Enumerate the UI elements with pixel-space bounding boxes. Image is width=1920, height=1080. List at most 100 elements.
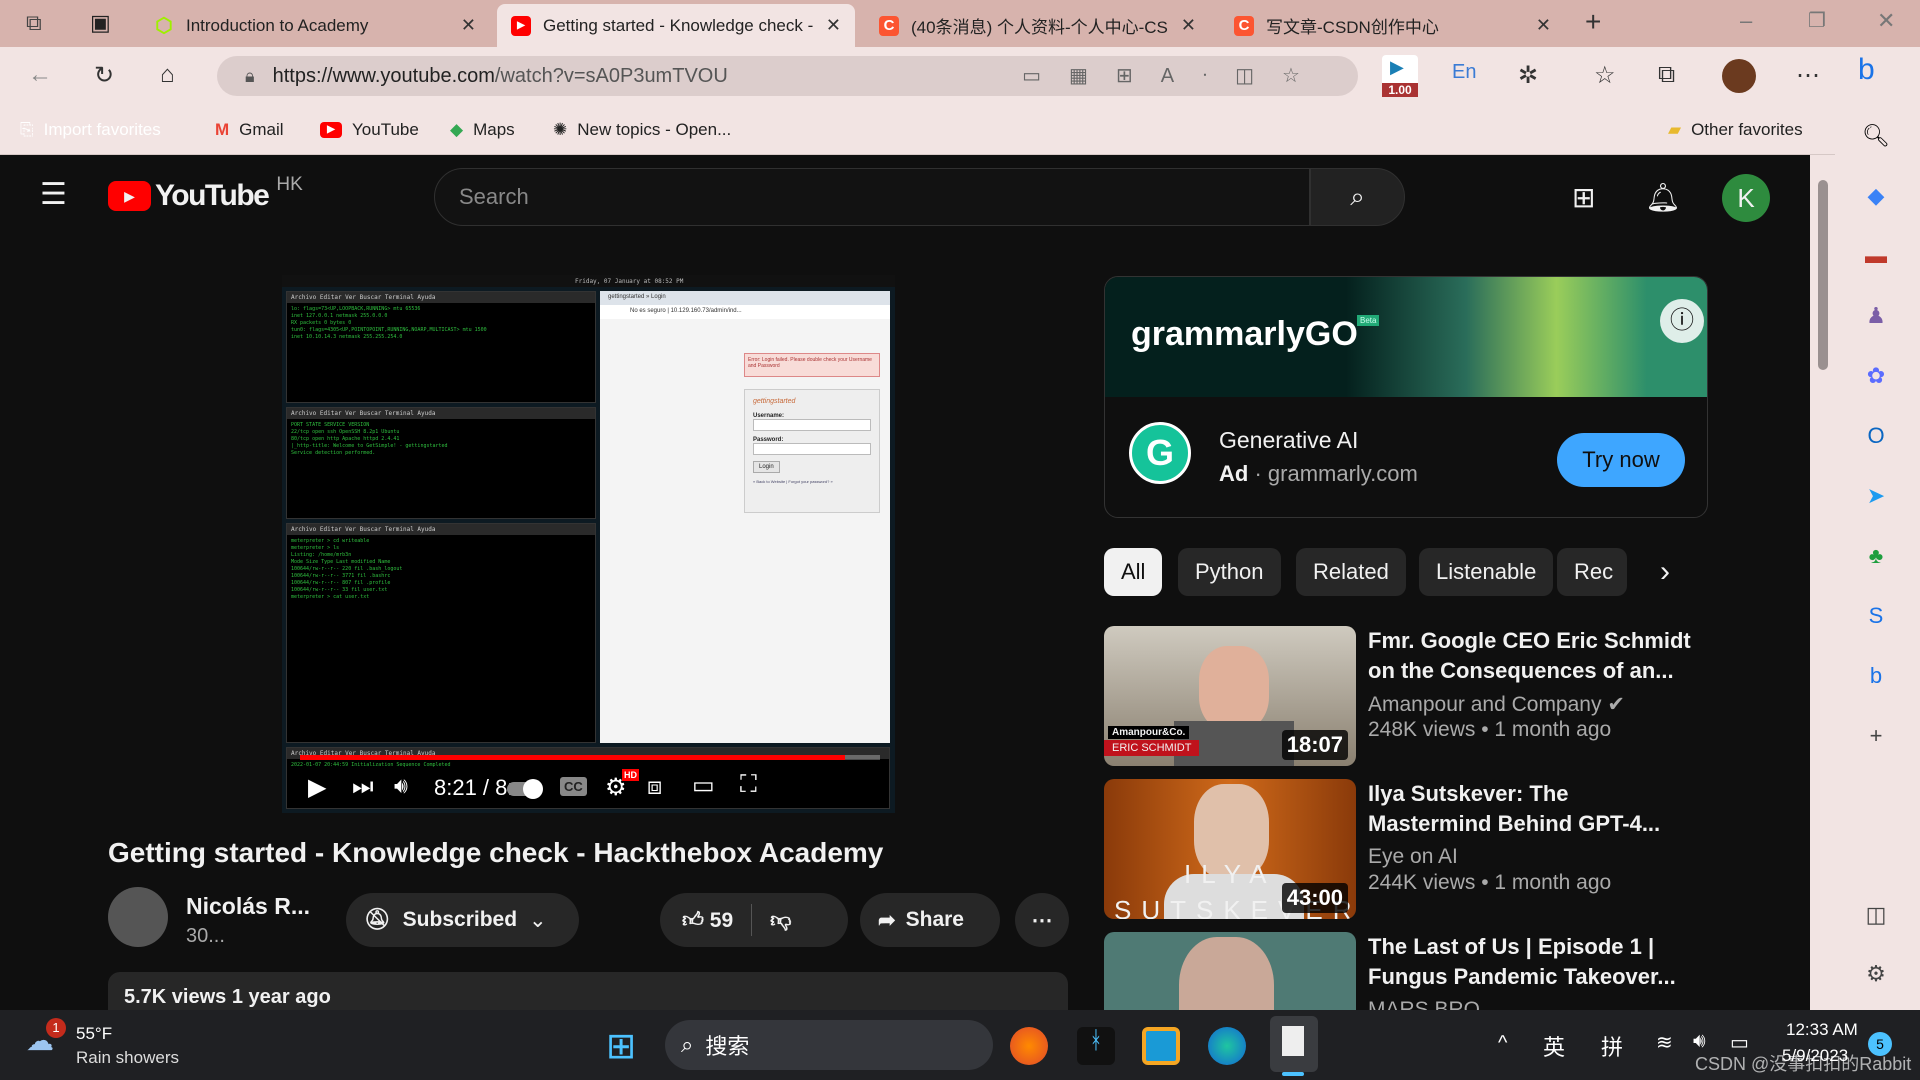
miniplayer-button[interactable]: ⧈ — [647, 773, 662, 801]
tab-introduction-to-academy[interactable]: ⬡ Introduction to Academy ✕ — [140, 4, 490, 47]
dislike-button[interactable]: 👎︎ — [770, 907, 791, 933]
chip-recent[interactable]: Rec — [1557, 548, 1627, 596]
maps-icon: ◆ — [450, 119, 464, 139]
search-button[interactable]: ⌕ — [1310, 168, 1405, 226]
chip-all[interactable]: All — [1104, 548, 1163, 596]
recommended-video[interactable]: The Last of Us | Episode 1 | Fungus Pand… — [1104, 932, 1704, 1010]
bookmark-openai[interactable]: ✺ New topics - Open... — [553, 120, 731, 140]
restore-button[interactable]: ❐ — [1808, 8, 1826, 33]
ad-card[interactable]: grammarlyGO Beta ⓘ G Generative AI Ad · … — [1104, 276, 1708, 518]
back-icon[interactable]: ← — [28, 61, 52, 89]
youtube-logo[interactable]: ▶ YouTube HK — [108, 174, 303, 213]
play-button[interactable]: ▶ — [308, 773, 326, 802]
tools-icon[interactable]: ▬ — [1861, 243, 1891, 273]
workspaces-icon[interactable]: ⧉ — [26, 10, 42, 36]
autoplay-toggle[interactable] — [507, 779, 543, 799]
profile-avatar[interactable] — [1722, 59, 1756, 93]
active-app-icon[interactable] — [1270, 1016, 1318, 1072]
bookmark-import-favorites[interactable]: ⎘ Import favorites — [20, 120, 161, 140]
video-player[interactable]: Friday, 07 January at 08:52 PM Archivo E… — [282, 275, 895, 813]
split-screen-icon[interactable]: ◫ — [1861, 902, 1891, 932]
tab-csdn-write[interactable]: C 写文章-CSDN创作中心 ✕ — [1220, 4, 1565, 47]
new-tab-button[interactable]: + — [1585, 6, 1601, 38]
s-icon[interactable]: S — [1861, 603, 1891, 633]
theater-mode-button[interactable]: ▭ — [692, 771, 715, 800]
tab-youtube-active[interactable]: ▶ Getting started - Knowledge check - Ha… — [497, 4, 855, 47]
terminal-window: Archivo Editar Ver Buscar Terminal Ayuda… — [286, 291, 596, 403]
close-tab-icon[interactable]: ✕ — [1536, 15, 1551, 36]
video-thumbnail[interactable] — [1104, 932, 1356, 1010]
chip-related[interactable]: Related — [1296, 548, 1406, 596]
microsoft365-icon[interactable]: ✿ — [1861, 363, 1891, 393]
translate-extension-icon[interactable]: En — [1452, 61, 1476, 84]
favorites-icon[interactable]: ☆ — [1594, 61, 1616, 90]
more-icon[interactable]: ⋯ — [1796, 61, 1820, 90]
ad-info-icon[interactable]: ⓘ — [1660, 299, 1704, 343]
firefox-icon[interactable] — [1010, 1027, 1048, 1065]
channel-name[interactable]: Nicolás R... — [186, 893, 310, 920]
fullscreen-button[interactable]: ⛶ — [740, 771, 757, 799]
captions-button[interactable]: CC — [560, 777, 587, 796]
collections-icon[interactable]: ⧉ — [1658, 61, 1675, 89]
other-favorites[interactable]: ▰ Other favorites — [1668, 120, 1803, 140]
address-bar-actions-icons[interactable]: ▭▦⊞Aᐧ◫☆ — [1022, 63, 1328, 88]
chevron-up-icon[interactable]: ^ — [1498, 1032, 1507, 1055]
video-thumbnail[interactable]: Amanpour&Co. ERIC SCHMIDT 18:07 — [1104, 626, 1356, 766]
send-icon[interactable]: ➤ — [1861, 483, 1891, 513]
shopping-icon[interactable]: ◆ — [1861, 183, 1891, 213]
refresh-icon[interactable]: ↻ — [94, 61, 114, 90]
extensions-icon[interactable]: ✲ — [1518, 61, 1538, 90]
chip-python[interactable]: Python — [1178, 548, 1281, 596]
search-input[interactable]: Search — [434, 168, 1310, 226]
home-icon[interactable]: ⌂ — [160, 61, 175, 89]
menu-icon[interactable]: ☰ — [40, 177, 67, 212]
account-avatar[interactable]: K — [1722, 174, 1770, 222]
subscribed-button[interactable]: 🔕︎ Subscribed ⌄ — [346, 893, 579, 947]
minimize-button[interactable]: – — [1740, 8, 1752, 34]
bing-copilot-icon[interactable]: b — [1858, 53, 1875, 87]
video-speed-extension-icon[interactable]: ▶ 1.00 — [1382, 55, 1418, 97]
outlook-icon[interactable]: O — [1861, 423, 1891, 453]
bing-icon[interactable]: b — [1861, 663, 1891, 693]
close-window-button[interactable]: ✕ — [1877, 8, 1895, 34]
recommended-video[interactable]: ILYA SUTSKEVER 43:00 Ilya Sutskever: The… — [1104, 779, 1704, 919]
video-thumbnail[interactable]: ILYA SUTSKEVER 43:00 — [1104, 779, 1356, 919]
close-tab-icon[interactable]: ✕ — [461, 15, 476, 36]
add-icon[interactable]: + — [1861, 723, 1891, 753]
bookmark-gmail[interactable]: M Gmail — [215, 120, 284, 140]
share-button[interactable]: ➦ Share — [860, 893, 1000, 947]
try-now-button[interactable]: Try now — [1557, 433, 1685, 487]
next-button[interactable]: ⏭ — [352, 773, 374, 801]
description-box[interactable]: 5.7K views 1 year ago — [108, 972, 1068, 1010]
taskbar-search[interactable]: ⌕ 搜索 — [665, 1020, 993, 1070]
close-tab-icon[interactable]: ✕ — [826, 15, 841, 36]
like-button[interactable]: 👍︎ 59 — [682, 907, 733, 933]
tab-csdn-profile[interactable]: C (40条消息) 个人资料-个人中心-CSDN ✕ — [865, 4, 1210, 47]
recommended-video[interactable]: Amanpour&Co. ERIC SCHMIDT 18:07 Fmr. Goo… — [1104, 626, 1704, 766]
app-icon[interactable] — [1142, 1027, 1180, 1065]
start-button[interactable]: ⊞ — [606, 1028, 636, 1064]
address-bar[interactable]: 🔒︎ https://www.youtube.com/watch?v=sA0P3… — [217, 56, 1358, 96]
close-tab-icon[interactable]: ✕ — [1181, 15, 1196, 36]
wifi-icon[interactable]: ≋ — [1656, 1030, 1673, 1055]
tree-icon[interactable]: ♣ — [1861, 543, 1891, 573]
ad-banner[interactable]: grammarlyGO Beta ⓘ — [1105, 277, 1707, 397]
notifications-bell-icon[interactable]: 🔔︎ — [1645, 181, 1681, 214]
chip-listenable[interactable]: Listenable — [1419, 548, 1554, 596]
edge-icon[interactable] — [1208, 1027, 1246, 1065]
search-icon[interactable]: 🔍︎ — [1861, 123, 1891, 153]
progress-bar[interactable] — [300, 755, 880, 760]
app-icon[interactable]: ᚼ — [1077, 1027, 1115, 1065]
bookmark-youtube[interactable]: ▶ YouTube — [320, 120, 419, 140]
bookmark-maps[interactable]: ◆ Maps — [450, 120, 515, 140]
vertical-tabs-icon[interactable]: ▣ — [90, 10, 111, 36]
scrollbar-thumb[interactable] — [1818, 180, 1828, 370]
volume-button[interactable]: 🔊︎ — [394, 773, 408, 799]
games-icon[interactable]: ♟ — [1861, 303, 1891, 333]
create-video-icon[interactable]: ⊞ — [1572, 181, 1595, 214]
more-actions-button[interactable]: ⋯ — [1015, 893, 1069, 947]
chevron-right-icon[interactable]: › — [1660, 555, 1670, 589]
settings-icon[interactable]: ⚙ — [1861, 961, 1891, 991]
page-scrollbar[interactable] — [1810, 155, 1835, 1010]
channel-avatar[interactable] — [108, 887, 168, 947]
